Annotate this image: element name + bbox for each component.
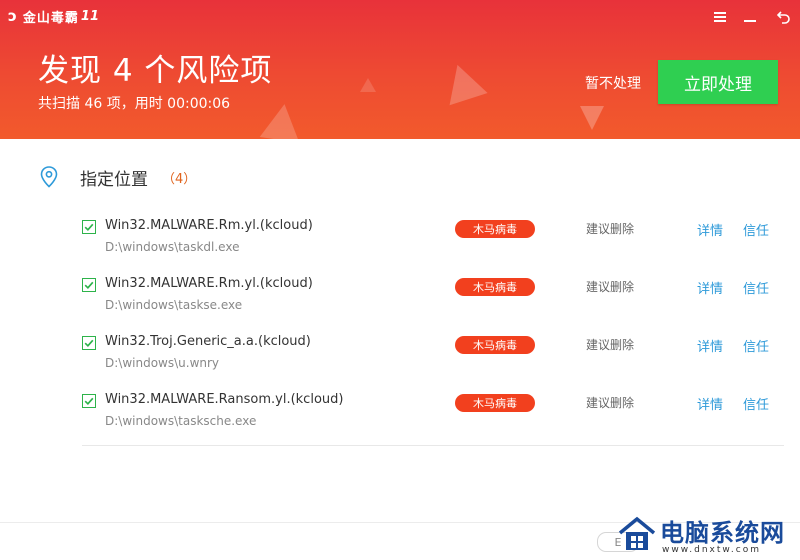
decor-triangle: [438, 58, 488, 106]
watermark-title: 电脑系统网: [660, 519, 785, 547]
threat-checkbox[interactable]: [82, 220, 96, 234]
check-icon: [84, 281, 94, 290]
list-divider: [82, 445, 784, 446]
threat-row: Win32.MALWARE.Ransom.yl.(kcloud) D:\wind…: [80, 392, 780, 440]
detail-link[interactable]: 详情: [697, 336, 723, 355]
threat-row: Win32.Troj.Generic_a.a.(kcloud) D:\windo…: [80, 334, 780, 382]
threat-type-badge: 木马病毒: [455, 336, 535, 354]
threat-suggestion: 建议删除: [586, 280, 635, 294]
back-button[interactable]: [773, 6, 795, 28]
threat-path: D:\windows\taskdl.exe: [105, 240, 240, 254]
threat-checkbox[interactable]: [82, 336, 96, 350]
threat-type-badge: 木马病毒: [455, 394, 535, 412]
threat-suggestion: 建议删除: [586, 396, 635, 410]
threat-row: Win32.MALWARE.Rm.yl.(kcloud) D:\windows\…: [80, 276, 780, 324]
threat-name: Win32.Troj.Generic_a.a.(kcloud): [105, 334, 311, 349]
app-logo: ↄ 金山毒霸 11: [8, 6, 99, 26]
group-count: （4）: [162, 171, 197, 187]
minimize-button[interactable]: [739, 6, 761, 28]
threat-name: Win32.MALWARE.Ransom.yl.(kcloud): [105, 392, 344, 407]
group-label: 指定位置: [80, 169, 148, 190]
group-header: 指定位置 （4）: [40, 165, 197, 190]
app-name: 金山毒霸: [22, 10, 79, 26]
minimize-icon: [744, 20, 756, 22]
ignore-button[interactable]: 暂不处理: [585, 73, 641, 93]
scan-summary: 共扫描 46 项，用时 00:00:06: [38, 96, 231, 112]
check-icon: [84, 397, 94, 406]
location-pin-icon: [40, 166, 58, 188]
app-version: 11: [80, 8, 100, 24]
threat-type-badge: 木马病毒: [455, 278, 535, 296]
threat-checkbox[interactable]: [82, 394, 96, 408]
detail-link[interactable]: 详情: [697, 278, 723, 297]
fix-now-button[interactable]: 立即处理: [658, 60, 778, 104]
check-icon: [84, 339, 94, 348]
threat-path: D:\windows\taskse.exe: [105, 298, 243, 312]
detail-link[interactable]: 详情: [697, 220, 723, 239]
threat-path: D:\windows\u.wnry: [105, 356, 220, 370]
threat-row: Win32.MALWARE.Rm.yl.(kcloud) D:\windows\…: [80, 218, 780, 266]
duba-logo-icon: ↄ: [8, 7, 17, 25]
trust-link[interactable]: 信任: [743, 394, 769, 413]
detail-link[interactable]: 详情: [697, 394, 723, 413]
trust-link[interactable]: 信任: [743, 336, 769, 355]
threat-checkbox[interactable]: [82, 278, 96, 292]
decor-triangle: [259, 101, 305, 139]
threat-suggestion: 建议删除: [586, 338, 635, 352]
header-banner: ↄ 金山毒霸 11 发现 4 个风险项 共扫描 46 项，用时 00:00:06…: [0, 0, 800, 139]
check-icon: [84, 223, 94, 232]
back-arrow-icon: [777, 11, 790, 24]
threat-type-badge: 木马病毒: [455, 220, 535, 238]
decor-triangle: [360, 78, 376, 92]
threat-path: D:\windows\tasksche.exe: [105, 414, 257, 428]
hamburger-icon: [714, 10, 726, 24]
watermark: 电脑系统网 www.dnxtw.com: [612, 512, 800, 560]
watermark-url: www.dnxtw.com: [662, 545, 762, 555]
threat-suggestion: 建议删除: [586, 222, 635, 236]
menu-button[interactable]: [709, 6, 731, 28]
trust-link[interactable]: 信任: [743, 220, 769, 239]
trust-link[interactable]: 信任: [743, 278, 769, 297]
decor-triangle: [580, 106, 604, 130]
threat-name: Win32.MALWARE.Rm.yl.(kcloud): [105, 276, 313, 291]
house-logo-icon: [618, 516, 656, 550]
page-title: 发现 4 个风险项: [38, 53, 273, 89]
threat-name: Win32.MALWARE.Rm.yl.(kcloud): [105, 218, 313, 233]
